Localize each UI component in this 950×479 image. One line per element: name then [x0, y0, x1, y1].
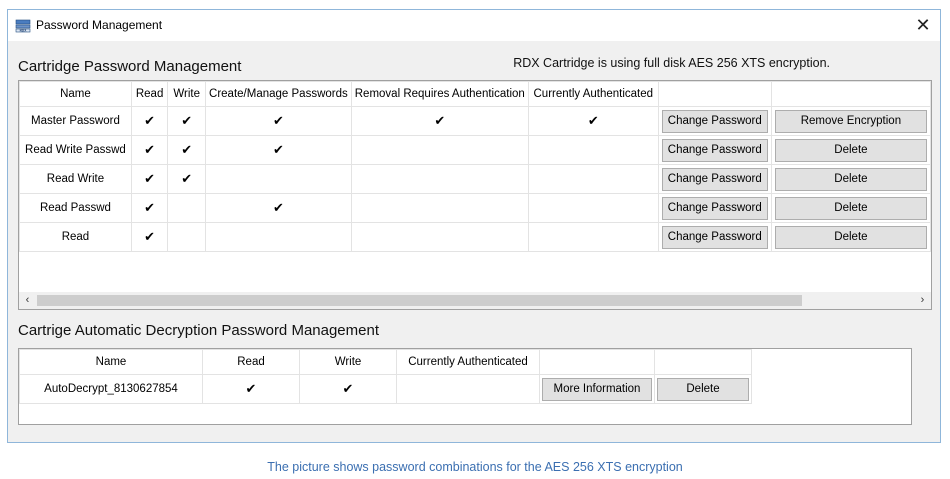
check-icon: ✔ [350, 106, 529, 136]
rdx-drive-icon: RDX [15, 19, 31, 33]
column-header-read: Read [202, 349, 300, 375]
window-title: Password Management [36, 18, 163, 32]
scroll-left-icon[interactable]: ‹ [19, 292, 36, 309]
delete-button[interactable]: Delete [774, 196, 927, 220]
check-icon [350, 135, 529, 165]
column-header-write: Write [167, 81, 207, 107]
encryption-status-text: RDX Cartridge is using full disk AES 256… [513, 56, 830, 70]
table-row: Read ✔ Change Password Delete [19, 222, 931, 252]
remove-encryption-button[interactable]: Remove Encryption [774, 109, 927, 133]
cell-action2: Delete [770, 135, 931, 165]
more-information-button[interactable]: More Information [542, 377, 652, 401]
table-header-row: Name Read Write Create/Manage Passwords … [19, 81, 931, 107]
delete-button[interactable]: Delete [657, 377, 749, 401]
close-icon[interactable]: ✕ [910, 12, 936, 38]
check-icon: ✔ [167, 106, 207, 136]
autodecrypt-table-panel: Name Read Write Currently Authenticated … [18, 348, 912, 425]
check-icon [527, 135, 659, 165]
check-icon [350, 222, 529, 252]
cell-action2: Delete [770, 222, 931, 252]
check-icon [527, 193, 659, 223]
check-icon: ✔ [130, 222, 169, 252]
cell-action1: Change Password [657, 193, 772, 223]
column-header-currently-authenticated: Currently Authenticated [527, 81, 659, 107]
table-row: AutoDecrypt_8130627854 ✔ ✔ More Informat… [19, 374, 752, 404]
check-icon [527, 222, 659, 252]
check-icon: ✔ [130, 135, 169, 165]
check-icon [396, 374, 540, 404]
check-icon [167, 193, 207, 223]
column-header-action2 [654, 349, 752, 375]
check-icon: ✔ [205, 135, 352, 165]
change-password-button[interactable]: Change Password [661, 225, 768, 249]
title-bar: RDX Password Management ✕ [8, 10, 940, 41]
cell-name: AutoDecrypt_8130627854 [19, 374, 203, 404]
check-icon [167, 222, 207, 252]
check-icon [205, 222, 352, 252]
column-header-removal-auth: Removal Requires Authentication [350, 81, 529, 107]
column-header-action2 [770, 81, 931, 107]
cell-action2: Delete [654, 374, 752, 404]
cartridge-section-title: Cartridge Password Management [18, 58, 242, 75]
check-icon [350, 164, 529, 194]
column-header-currently-authenticated: Currently Authenticated [396, 349, 540, 375]
column-header-write: Write [299, 349, 397, 375]
table-row: Read Write Passwd ✔ ✔ ✔ Change Password … [19, 135, 931, 165]
change-password-button[interactable]: Change Password [661, 109, 768, 133]
cell-action1: Change Password [657, 106, 772, 136]
svg-text:RDX: RDX [20, 29, 28, 33]
check-icon: ✔ [167, 164, 207, 194]
check-icon [350, 193, 529, 223]
column-header-name: Name [19, 349, 203, 375]
cell-action2: Delete [770, 193, 931, 223]
change-password-button[interactable]: Change Password [661, 167, 768, 191]
autodecrypt-password-table: Name Read Write Currently Authenticated … [19, 349, 752, 404]
delete-button[interactable]: Delete [774, 138, 927, 162]
check-icon: ✔ [527, 106, 659, 136]
change-password-button[interactable]: Change Password [661, 138, 768, 162]
cartridge-password-table-panel: Name Read Write Create/Manage Passwords … [18, 80, 932, 310]
cell-name: Read Passwd [19, 193, 132, 223]
check-icon: ✔ [299, 374, 397, 404]
cell-name: Read Write Passwd [19, 135, 132, 165]
column-header-name: Name [19, 81, 132, 107]
delete-button[interactable]: Delete [774, 167, 927, 191]
table-header-row: Name Read Write Currently Authenticated [19, 349, 752, 375]
cell-name: Master Password [19, 106, 132, 136]
cell-name: Read Write [19, 164, 132, 194]
cartridge-password-table: Name Read Write Create/Manage Passwords … [19, 81, 931, 252]
change-password-button[interactable]: Change Password [661, 196, 768, 220]
cell-action1: More Information [539, 374, 655, 404]
check-icon [527, 164, 659, 194]
check-icon: ✔ [205, 106, 352, 136]
column-header-create-manage: Create/Manage Passwords [205, 81, 352, 107]
check-icon: ✔ [167, 135, 207, 165]
table-row: Master Password ✔ ✔ ✔ ✔ ✔ Change Passwor… [19, 106, 931, 136]
table-row: Read Write ✔ ✔ Change Password Delete [19, 164, 931, 194]
scrollbar-thumb[interactable] [37, 295, 802, 306]
figure-caption: The picture shows password combinations … [267, 460, 683, 474]
scroll-right-icon[interactable]: › [914, 292, 931, 309]
column-header-read: Read [130, 81, 169, 107]
autodecrypt-section-title: Cartrige Automatic Decryption Password M… [18, 322, 379, 339]
check-icon: ✔ [205, 193, 352, 223]
check-icon: ✔ [130, 164, 169, 194]
delete-button[interactable]: Delete [774, 225, 927, 249]
cell-action1: Change Password [657, 135, 772, 165]
cell-action2: Remove Encryption [770, 106, 931, 136]
column-header-action1 [657, 81, 772, 107]
column-header-action1 [539, 349, 655, 375]
cell-action2: Delete [770, 164, 931, 194]
check-icon [205, 164, 352, 194]
cell-action1: Change Password [657, 164, 772, 194]
check-icon: ✔ [202, 374, 300, 404]
check-icon: ✔ [130, 193, 169, 223]
password-management-window: RDX Password Management ✕ Cartridge Pass… [7, 9, 941, 443]
check-icon: ✔ [130, 106, 169, 136]
cell-name: Read [19, 222, 132, 252]
cell-action1: Change Password [657, 222, 772, 252]
horizontal-scrollbar[interactable]: ‹ › [19, 292, 931, 309]
table-row: Read Passwd ✔ ✔ Change Password Delete [19, 193, 931, 223]
